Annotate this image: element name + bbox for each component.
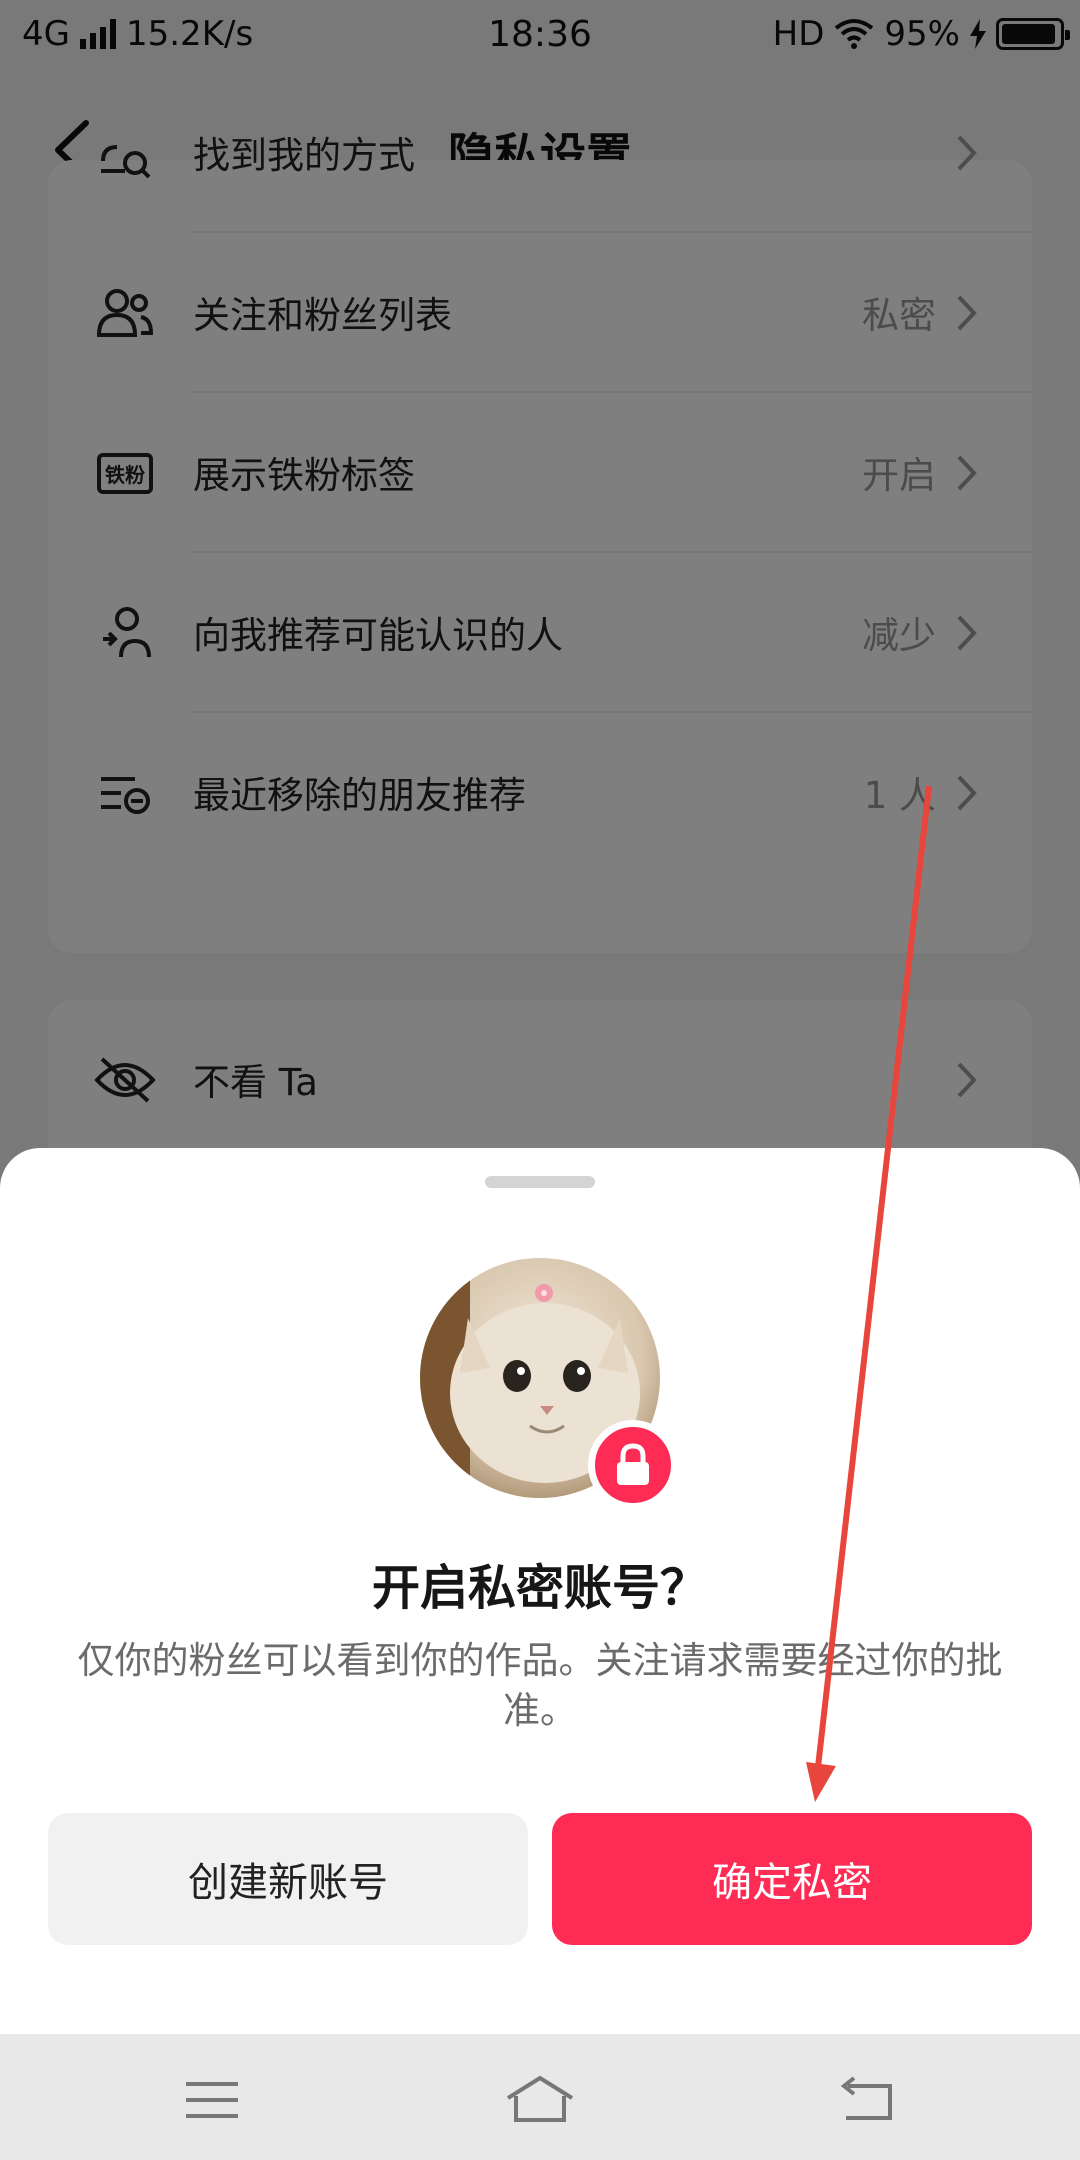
sheet-description: 仅你的粉丝可以看到你的作品。关注请求需要经过你的批准。 — [77, 1639, 1003, 1732]
menu-icon[interactable] — [172, 2072, 252, 2128]
confirm-private-button[interactable]: 确定私密 — [552, 1813, 1032, 1945]
system-nav-bar — [0, 2034, 1080, 2160]
back-nav-icon[interactable] — [828, 2072, 908, 2128]
sheet-handle[interactable] — [485, 1176, 595, 1188]
create-new-account-button[interactable]: 创建新账号 — [48, 1813, 528, 1945]
privacy-settings-page: 4G 15.2K/s 18:36 HD 95% 隐私设置 — [0, 0, 1080, 2160]
home-icon[interactable] — [500, 2072, 580, 2128]
avatar-container — [420, 1258, 678, 1510]
sheet-title: 开启私密账号？ — [371, 1560, 708, 1616]
private-account-sheet: 开启私密账号？ 仅你的粉丝可以看到你的作品。关注请求需要经过你的批准。 创建新账… — [0, 1148, 1080, 2034]
lock-icon — [588, 1420, 678, 1510]
